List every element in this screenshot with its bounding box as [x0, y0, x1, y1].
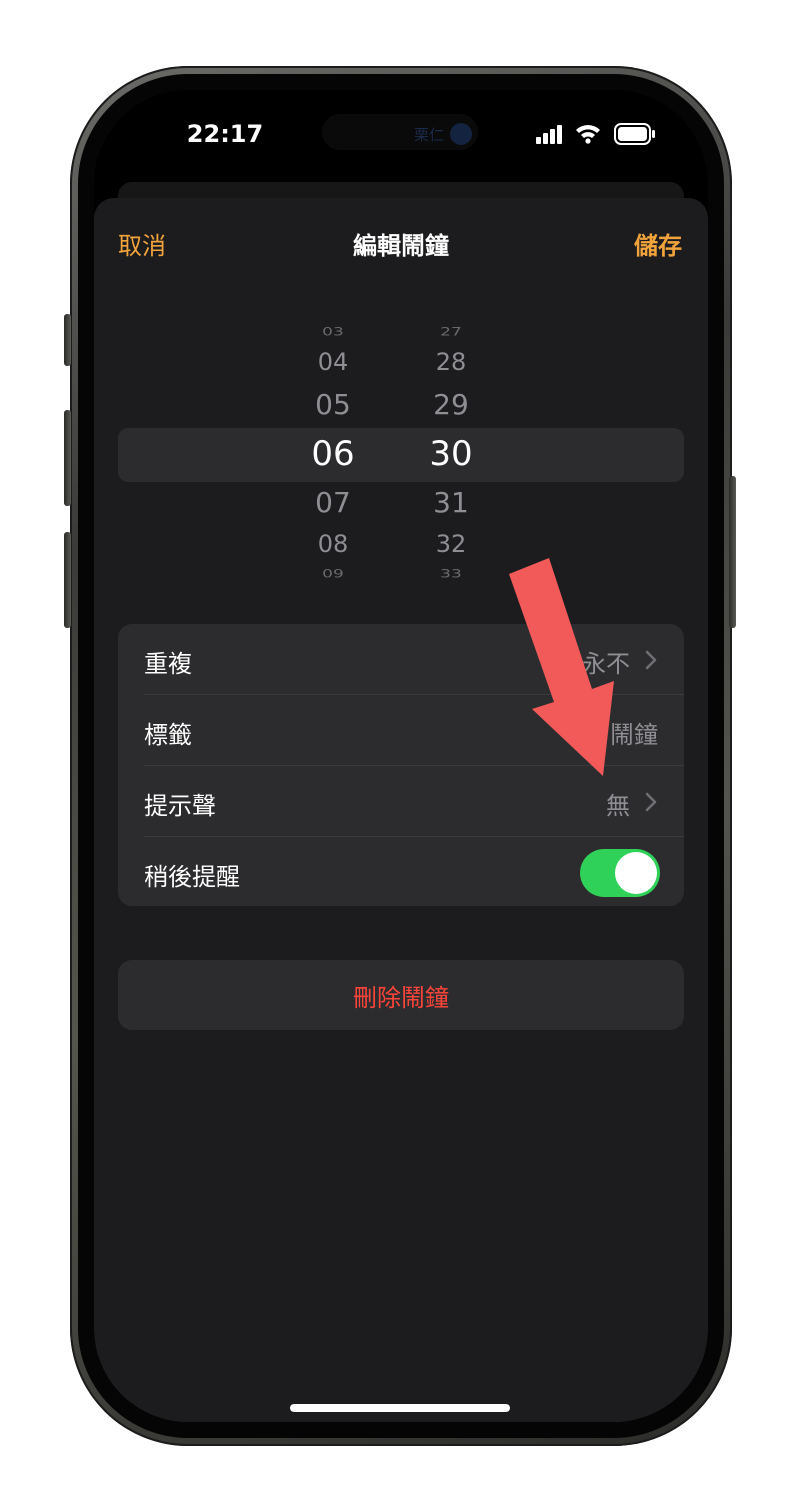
hour-option: 03 — [322, 325, 344, 339]
cellular-signal-icon — [536, 125, 562, 144]
snooze-toggle[interactable] — [580, 849, 660, 897]
sound-value: 無 — [606, 792, 630, 820]
home-indicator[interactable] — [290, 1404, 510, 1412]
delete-alarm-button[interactable]: 刪除鬧鐘 — [118, 960, 684, 1030]
hour-option: 08 — [317, 530, 349, 558]
island-avatar-icon — [450, 123, 472, 145]
picker-selection-highlight — [118, 428, 684, 482]
action-button — [64, 314, 71, 366]
minute-option: 31 — [433, 486, 469, 519]
hour-option: 04 — [317, 348, 349, 376]
page-title: 編輯鬧鐘 — [353, 232, 449, 260]
repeat-row[interactable]: 重複 永不 — [118, 624, 684, 694]
chevron-right-icon — [645, 650, 657, 670]
settings-group: 重複 永不 標籤 鬧鐘 提示聲 無 稍後提醒 — [118, 624, 684, 906]
minute-option: 29 — [433, 388, 469, 421]
chevron-right-icon — [645, 792, 657, 812]
hour-option: 09 — [322, 567, 344, 581]
repeat-label: 重複 — [144, 650, 192, 678]
volume-up-button — [64, 410, 71, 506]
sound-label: 提示聲 — [144, 792, 216, 820]
toggle-knob — [615, 852, 657, 894]
label-label: 標籤 — [144, 721, 192, 749]
hour-option: 07 — [315, 486, 351, 519]
battery-icon — [614, 123, 655, 145]
hour-option: 05 — [315, 388, 351, 421]
label-value: 鬧鐘 — [610, 721, 658, 749]
screen: 22:17 栗仁 取消 編輯鬧鐘 儲存 03 04 05 06 07 08 09… — [94, 90, 708, 1422]
edit-alarm-sheet: 取消 編輯鬧鐘 儲存 03 04 05 06 07 08 09 27 28 29… — [94, 198, 708, 1422]
save-button[interactable]: 儲存 — [634, 226, 682, 261]
hour-option-selected: 06 — [311, 434, 355, 474]
minute-option: 27 — [440, 325, 462, 339]
repeat-value: 永不 — [582, 650, 630, 678]
island-label: 栗仁 — [414, 126, 445, 144]
wifi-icon — [576, 125, 600, 144]
status-time: 22:17 — [186, 120, 264, 148]
snooze-label: 稍後提醒 — [144, 863, 240, 891]
sound-row[interactable]: 提示聲 無 — [118, 766, 684, 836]
power-button — [729, 476, 736, 628]
snooze-row: 稍後提醒 — [118, 837, 684, 906]
label-row[interactable]: 標籤 鬧鐘 — [118, 695, 684, 765]
volume-down-button — [64, 532, 71, 628]
minute-option: 28 — [435, 348, 467, 376]
minute-option: 33 — [440, 567, 462, 581]
stage: 22:17 栗仁 取消 編輯鬧鐘 儲存 03 04 05 06 07 08 09… — [0, 0, 800, 1512]
minute-option: 32 — [435, 530, 467, 558]
minute-option-selected: 30 — [429, 434, 473, 474]
